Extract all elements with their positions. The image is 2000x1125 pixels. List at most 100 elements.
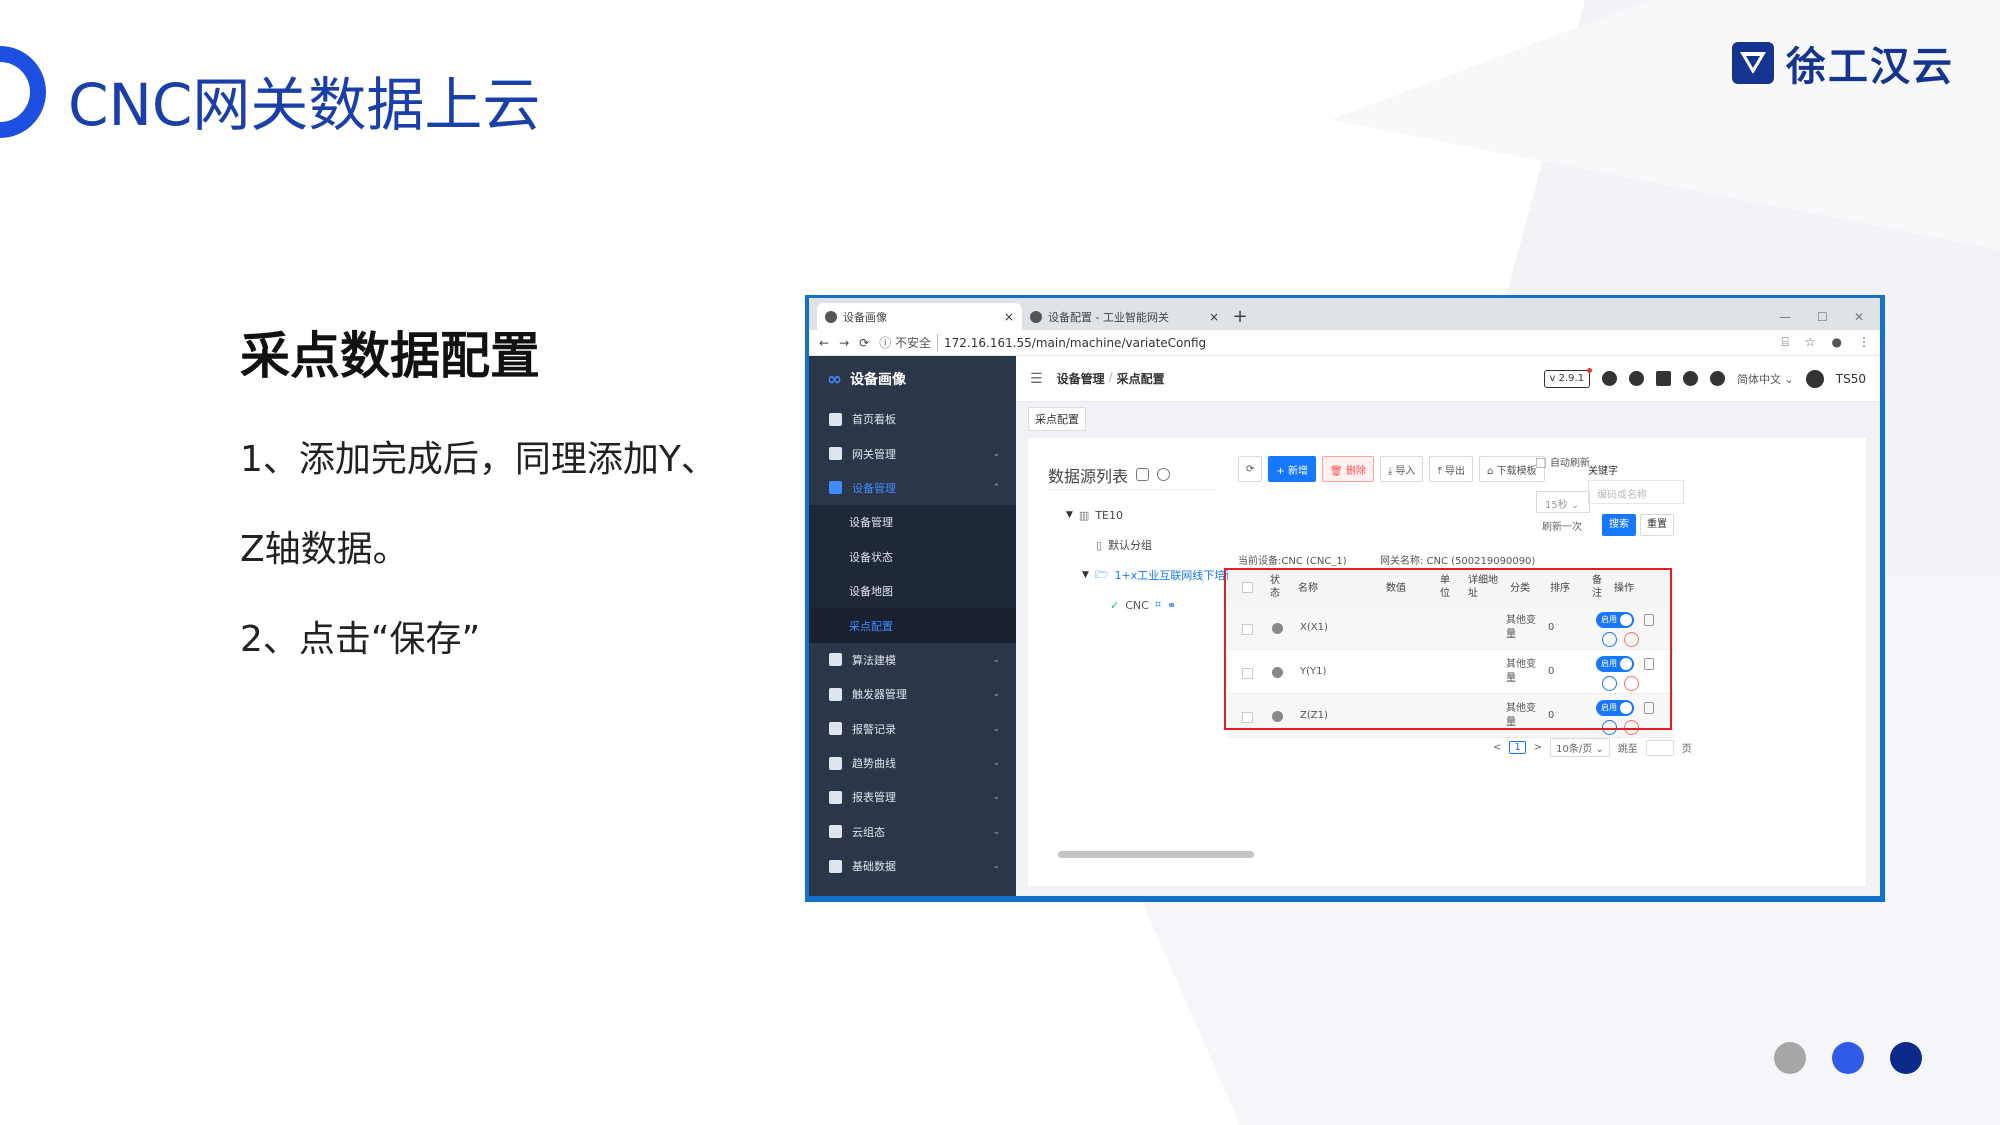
window-controls: — ☐ ✕ — [1779, 303, 1880, 330]
profile-icon[interactable]: ● — [1832, 335, 1842, 350]
search-button[interactable]: 搜索 — [1602, 514, 1636, 536]
link-icon[interactable]: ⚭ — [1167, 599, 1176, 612]
sidebar-item-label: 网关管理 — [852, 447, 896, 461]
device-link-icon[interactable]: ⌗ — [1155, 598, 1161, 612]
export-button[interactable]: ⤒ 导出 — [1429, 456, 1474, 482]
content-panel: 数据源列表 ▼ ▥ TE10 ▯ 默认分组 ▼ 🗁 1+x工业互联网线下培训 ✓… — [1028, 438, 1866, 886]
insecure-label[interactable]: ⓘ 不安全 — [879, 334, 939, 351]
help-icon[interactable] — [1683, 371, 1699, 386]
checkbox-box[interactable] — [1536, 458, 1546, 468]
sidebar-item-trigger[interactable]: 触发器管理 ⌄ — [809, 677, 1016, 711]
forward-button[interactable]: → — [839, 336, 849, 350]
sidebar-item-trend[interactable]: 趋势曲线 ⌄ — [809, 746, 1016, 780]
data-source-tree: 数据源列表 ▼ ▥ TE10 ▯ 默认分组 ▼ 🗁 1+x工业互联网线下培训 ✓… — [1048, 462, 1236, 620]
sidebar-item-label: 云组态 — [852, 825, 885, 839]
top-bar: ☰ 设备管理 / 采点配置 v 2.9.1 简体中文 ⌄ TS50 — [1016, 356, 1880, 402]
app-shell: ∞ 设备画像 首页看板 网关管理 ⌄ 设备管理 ⌃ 设备管理 设备状态 设备地图… — [809, 356, 1880, 896]
red-highlight-box — [1224, 568, 1672, 730]
jump-page-input[interactable] — [1645, 739, 1674, 756]
prev-page-button[interactable]: < — [1493, 742, 1501, 753]
base-data-icon — [829, 859, 842, 873]
chevron-down-icon: ⌄ — [992, 448, 1000, 459]
back-button[interactable]: ← — [819, 336, 829, 350]
check-circle-icon: ✓ — [1110, 598, 1120, 612]
sidebar-subitem-device-management[interactable]: 设备管理 — [809, 505, 1016, 540]
page-tag[interactable]: 采点配置 — [1028, 407, 1086, 431]
table-toolbar: ⟳ + 新增 🗑 删除 ⤓ 导入 ⤒ 导出 ⌂ 下载模板 — [1238, 456, 1545, 482]
dot-gray — [1774, 1042, 1806, 1074]
fullscreen-icon[interactable] — [1656, 371, 1672, 386]
user-name[interactable]: TS50 — [1836, 372, 1866, 386]
step1-line2: Z轴数据。 — [240, 529, 409, 570]
sidebar-item-base-data[interactable]: 基础数据 ⌄ — [809, 849, 1016, 883]
page-size-select[interactable]: 10条/页 ⌄ — [1550, 738, 1610, 757]
breadcrumb-item[interactable]: 设备管理 — [1057, 370, 1105, 387]
sidebar-subitem-device-status[interactable]: 设备状态 — [809, 539, 1016, 574]
cloud-config-icon — [829, 825, 842, 839]
page-number-current[interactable]: 1 — [1509, 741, 1526, 754]
translate-icon[interactable]: ⌸ — [1782, 335, 1789, 350]
sidebar-item-alarm[interactable]: 报警记录 ⌄ — [809, 712, 1016, 746]
maximize-button[interactable]: ☐ — [1817, 310, 1828, 324]
refresh-interval-select[interactable]: 15秒 ⌄ — [1536, 491, 1590, 513]
pagination: < 1 > 10条/页 ⌄ 跳至 页 — [1493, 738, 1692, 757]
delete-button[interactable]: 🗑 删除 — [1321, 456, 1374, 482]
breadcrumb: 设备管理 / 采点配置 — [1057, 370, 1165, 387]
building-icon: ▥ — [1078, 508, 1090, 522]
more-menu-icon[interactable]: ⋮ — [1858, 335, 1870, 350]
sidebar-item-algorithm[interactable]: 算法建模 ⌄ — [809, 643, 1016, 677]
sidebar-item-device-management[interactable]: 设备管理 ⌃ — [809, 471, 1016, 505]
refresh-once-link[interactable]: 刷新一次 — [1542, 518, 1582, 533]
next-page-button[interactable]: > — [1534, 742, 1542, 753]
close-icon[interactable]: × — [1209, 310, 1219, 324]
trend-icon — [829, 756, 842, 770]
address-bar-actions: ⌸ ☆ ● ⋮ — [1782, 335, 1870, 350]
chevron-down-icon: ⌄ — [992, 758, 1000, 769]
caret-down-icon: ▼ — [1082, 570, 1089, 580]
menu-toggle-icon[interactable]: ☰ — [1030, 371, 1043, 387]
refresh-button[interactable]: ⟳ — [1238, 456, 1263, 482]
refresh-icon[interactable] — [1157, 468, 1171, 481]
reset-button[interactable]: 重置 — [1640, 514, 1674, 536]
copy-icon[interactable] — [1136, 468, 1150, 481]
url-field[interactable]: ⓘ 不安全 172.16.161.55/main/machine/variate… — [879, 333, 1771, 353]
sidebar-subitem-device-map[interactable]: 设备地图 — [809, 573, 1016, 609]
sidebar-item-report[interactable]: 报表管理 ⌄ — [809, 780, 1016, 814]
theme-icon[interactable] — [1602, 371, 1618, 386]
version-badge[interactable]: v 2.9.1 — [1543, 367, 1592, 388]
chevron-down-icon: ⌄ — [992, 792, 1000, 803]
step1-line1: 1、添加完成后，同理添加Y、 — [240, 439, 717, 480]
new-tab-button[interactable]: + — [1227, 304, 1253, 330]
cloud-icon[interactable] — [1629, 371, 1645, 386]
tree-node-default-group[interactable]: ▯ 默认分组 — [1048, 530, 1218, 560]
tree-node-root[interactable]: ▼ ▥ TE10 — [1048, 500, 1218, 530]
auto-refresh-checkbox[interactable]: 自动刷新 — [1536, 456, 1592, 472]
sidebar-item-dashboard[interactable]: 首页看板 — [809, 402, 1016, 436]
minimize-button[interactable]: — — [1779, 310, 1791, 324]
tree-node-label: CNC — [1125, 598, 1149, 612]
window-close-button[interactable]: ✕ — [1854, 310, 1864, 324]
bell-icon[interactable] — [1710, 371, 1726, 386]
add-button[interactable]: + 新增 — [1268, 456, 1316, 482]
download-template-button[interactable]: ⌂ 下载模板 — [1479, 456, 1545, 482]
horizontal-scrollbar[interactable] — [1058, 851, 1254, 858]
sidebar-item-cloud-config[interactable]: 云组态 ⌄ — [809, 815, 1016, 849]
language-select[interactable]: 简体中文 ⌄ — [1737, 371, 1794, 387]
trigger-icon — [829, 687, 842, 701]
step2-text: 2、点击“保存” — [240, 619, 481, 660]
tree-node-training-group[interactable]: ▼ 🗁 1+x工业互联网线下培训 — [1048, 560, 1236, 590]
browser-tab-device-config[interactable]: 设备配置 - 工业智能网关 × — [1022, 303, 1227, 330]
tree-node-cnc[interactable]: ✓ CNC ⌗ ⚭ — [1048, 590, 1218, 620]
keyword-input[interactable]: 编码或名称 — [1588, 480, 1684, 504]
bookmark-star-icon[interactable]: ☆ — [1805, 335, 1816, 350]
avatar[interactable] — [1805, 369, 1824, 388]
sidebar-item-label: 趋势曲线 — [852, 757, 896, 771]
close-icon[interactable]: × — [1004, 310, 1014, 324]
browser-tab-device-profile[interactable]: 设备画像 × — [817, 303, 1022, 330]
globe-icon — [1030, 310, 1042, 323]
import-button[interactable]: ⤓ 导入 — [1379, 456, 1424, 482]
reload-button[interactable]: ⟳ — [859, 336, 869, 350]
sidebar-subitem-point-config[interactable]: 采点配置 — [809, 608, 1016, 643]
sidebar-item-gateway[interactable]: 网关管理 ⌄ — [809, 436, 1016, 470]
brand-text: 设备画像 — [850, 372, 906, 388]
